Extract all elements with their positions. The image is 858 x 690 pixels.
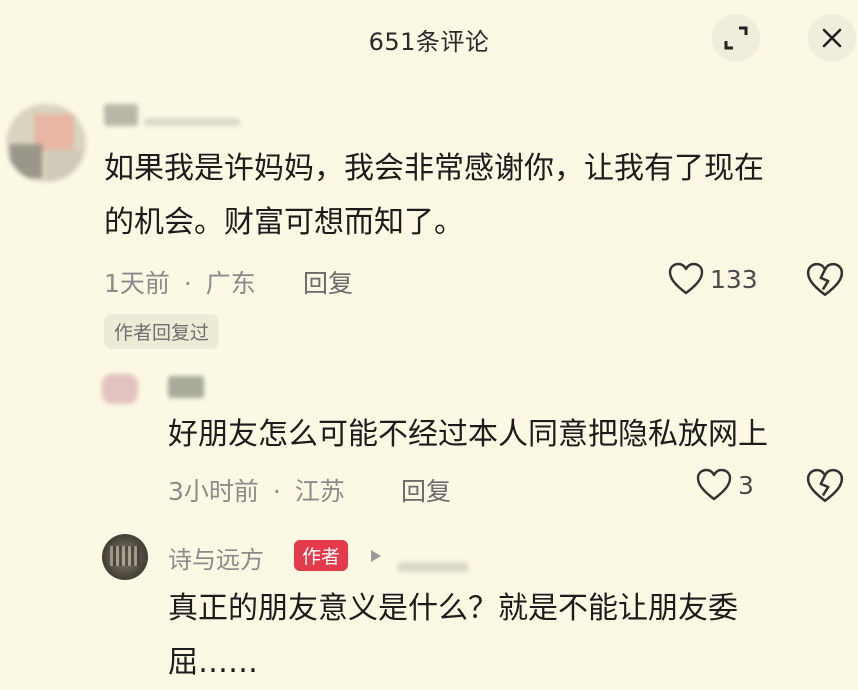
reply-to-username[interactable]	[398, 562, 468, 572]
comment-text: 好朋友怎么可能不经过本人同意把隐私放网上	[168, 417, 768, 452]
like-count: 3	[738, 470, 754, 500]
separator-dot: ·	[272, 477, 281, 506]
timestamp: 1天前	[104, 269, 170, 298]
avatar[interactable]	[102, 374, 138, 404]
author-badge: 作者	[294, 540, 349, 571]
heart-icon	[668, 262, 704, 295]
collapse-button[interactable]	[712, 14, 760, 62]
reply-button[interactable]: 回复	[401, 472, 451, 508]
reply-item: 好朋友怎么可能不经过本人同意把隐私放网上 3小时前 · 江苏 回复 3	[0, 360, 858, 520]
reply-to-arrow	[370, 548, 382, 567]
like-button[interactable]: 3	[696, 468, 754, 502]
comment-text-line: 屈……	[168, 645, 258, 680]
timestamp: 3小时前	[168, 477, 259, 506]
comment-text-line: 真正的朋友意义是什么？就是不能让朋友委	[168, 591, 738, 626]
comment-meta: 3小时前 · 江苏	[168, 472, 345, 508]
heart-icon	[696, 468, 732, 501]
comment-item: 如果我是许妈妈，我会非常感谢你，让我有了现在 的机会。财富可想而知了。 1天前 …	[0, 90, 858, 350]
username[interactable]	[168, 376, 204, 398]
location: 江苏	[294, 477, 345, 506]
broken-heart-icon	[806, 262, 844, 297]
reply-button[interactable]: 回复	[303, 264, 353, 300]
like-count: 133	[710, 264, 758, 294]
username-suffix	[144, 118, 240, 126]
collapse-icon	[724, 26, 748, 50]
comment-text-line: 如果我是许妈妈，我会非常感谢你，让我有了现在	[104, 151, 764, 186]
avatar[interactable]	[102, 534, 148, 580]
username[interactable]	[104, 104, 138, 126]
comment-text: 如果我是许妈妈，我会非常感谢你，让我有了现在 的机会。财富可想而知了。	[104, 142, 844, 250]
broken-heart-icon	[806, 468, 844, 503]
comment-text: 真正的朋友意义是什么？就是不能让朋友委 屈……	[168, 582, 848, 690]
play-icon	[371, 550, 381, 562]
username[interactable]: 诗与远方	[168, 540, 264, 575]
comment-text-line: 的机会。财富可想而知了。	[104, 205, 464, 240]
close-button[interactable]	[808, 14, 856, 62]
author-replied-tag: 作者回复过	[104, 314, 220, 349]
close-icon	[822, 28, 842, 48]
reply-item: 诗与远方 作者 真正的朋友意义是什么？就是不能让朋友委 屈……	[0, 528, 858, 683]
like-button[interactable]: 133	[668, 262, 758, 296]
location: 广东	[205, 269, 256, 298]
dislike-button[interactable]	[806, 468, 844, 508]
comment-meta: 1天前 · 广东	[104, 264, 256, 300]
avatar[interactable]	[6, 104, 86, 182]
separator-dot: ·	[183, 269, 192, 298]
dislike-button[interactable]	[806, 262, 844, 302]
